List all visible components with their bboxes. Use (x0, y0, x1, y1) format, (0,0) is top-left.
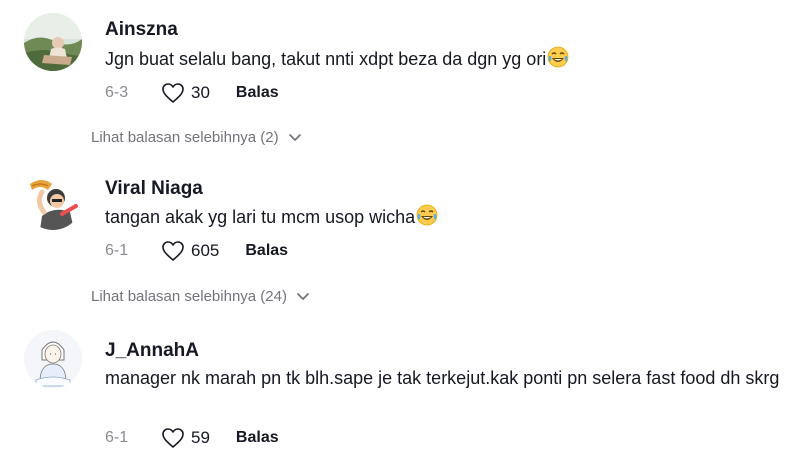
view-more-replies-button[interactable]: Lihat balasan selebihnya (24) (91, 288, 310, 305)
like-count: 30 (191, 83, 210, 102)
comment-text: manager nk marah pn tk blh.sape je tak t… (105, 368, 780, 388)
laughing-tears-emoji-icon (416, 204, 438, 234)
chevron-down-icon (297, 293, 309, 300)
avatar-image (24, 330, 82, 388)
comment-text-body: Jgn buat selalu bang, takut nnti xdpt be… (105, 49, 547, 69)
comment-text: Jgn buat selalu bang, takut nnti xdpt be… (105, 45, 785, 76)
view-more-replies-label: Lihat balasan selebihnya (2) (91, 129, 279, 146)
comment-date: 6-3 (105, 84, 129, 101)
view-more-replies-label: Lihat balasan selebihnya (24) (91, 288, 287, 305)
comment-text-body: tangan akak yg lari tu mcm usop wicha (105, 207, 416, 227)
avatar-image (24, 13, 82, 71)
laughing-tears-emoji-icon (547, 46, 569, 76)
username[interactable]: J_AnnahA (105, 340, 199, 362)
avatar[interactable] (24, 172, 82, 230)
reply-button[interactable]: Balas (236, 84, 279, 102)
username[interactable]: Ainszna (105, 19, 178, 41)
comment-text: tangan akak yg lari tu mcm usop wicha (105, 203, 785, 234)
heart-outline-icon (162, 241, 184, 261)
heart-outline-icon (162, 428, 184, 448)
comment-meta: 6-3 30 Balas (105, 82, 279, 104)
comment-date: 6-1 (105, 242, 129, 259)
comment-meta: 6-1 605 Balas (105, 240, 288, 262)
view-more-replies-button[interactable]: Lihat balasan selebihnya (2) (91, 129, 302, 146)
reply-button[interactable]: Balas (245, 242, 288, 260)
reply-button[interactable]: Balas (236, 429, 279, 447)
comment-meta: 6-1 59 Balas (105, 427, 279, 449)
like-count: 605 (191, 241, 220, 260)
comment-date: 6-1 (105, 429, 129, 446)
avatar-image (24, 172, 82, 230)
avatar[interactable] (24, 13, 82, 71)
username[interactable]: Viral Niaga (105, 178, 203, 200)
like-button[interactable]: 59 (161, 427, 210, 449)
heart-outline-icon (162, 83, 184, 103)
avatar[interactable] (24, 330, 82, 388)
like-button[interactable]: 605 (161, 240, 219, 262)
like-count: 59 (191, 428, 210, 447)
like-button[interactable]: 30 (161, 82, 210, 104)
chevron-down-icon (288, 134, 301, 141)
